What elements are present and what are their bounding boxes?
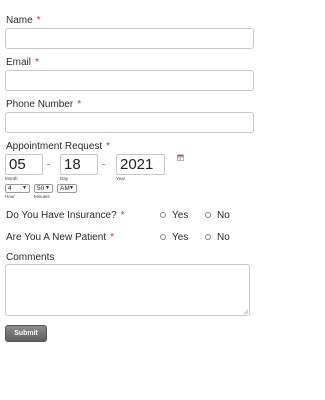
- new-patient-yes-label[interactable]: Yes: [172, 232, 188, 243]
- minutes-select[interactable]: 50 ▼: [34, 184, 53, 193]
- required-asterisk: *: [35, 57, 39, 68]
- required-asterisk: *: [110, 232, 114, 243]
- required-asterisk: *: [36, 15, 41, 26]
- date-separator: -: [102, 159, 105, 169]
- resize-grip-icon[interactable]: [243, 309, 248, 314]
- dropdown-arrow-icon: ▼: [22, 185, 27, 191]
- phone-label: Phone Number *: [6, 99, 81, 110]
- new-patient-question: Are You A New Patient *: [6, 232, 114, 243]
- month-input[interactable]: 05: [5, 154, 43, 175]
- new-patient-no-label[interactable]: No: [217, 232, 230, 243]
- comments-label: Comments: [6, 252, 55, 263]
- phone-label-text: Phone Number: [6, 99, 74, 110]
- year-input[interactable]: 2021: [116, 154, 165, 175]
- hour-select-value: 4: [8, 185, 12, 192]
- name-label: Name *: [6, 15, 41, 26]
- insurance-no-radio[interactable]: [205, 212, 211, 218]
- insurance-question: Do You Have Insurance? *: [6, 210, 125, 221]
- calendar-icon[interactable]: [177, 154, 184, 161]
- insurance-yes-label[interactable]: Yes: [172, 210, 188, 221]
- date-separator: -: [47, 159, 50, 169]
- hour-select[interactable]: 4 ▼: [5, 184, 30, 193]
- day-input[interactable]: 18: [60, 154, 98, 175]
- comments-textarea[interactable]: [5, 264, 250, 316]
- required-asterisk: *: [77, 99, 82, 110]
- required-asterisk: *: [120, 210, 125, 221]
- insurance-yes-radio[interactable]: [160, 212, 166, 218]
- appointment-label: Appointment Request *: [6, 141, 110, 152]
- minutes-select-value: 50: [37, 185, 45, 192]
- dropdown-arrow-icon: ▼: [45, 185, 50, 191]
- new-patient-question-text: Are You A New Patient: [6, 232, 107, 243]
- minutes-sublabel: Minutes: [34, 194, 50, 199]
- day-sublabel: Day: [60, 176, 69, 181]
- appointment-label-text: Appointment Request: [6, 141, 103, 152]
- ampm-select[interactable]: AM ▼: [57, 184, 77, 193]
- name-input[interactable]: [5, 28, 254, 49]
- email-label: Email *: [6, 57, 39, 68]
- hour-sublabel: Hour: [5, 194, 15, 199]
- new-patient-no-radio[interactable]: [205, 234, 211, 240]
- month-sublabel: Month: [5, 176, 18, 181]
- insurance-question-text: Do You Have Insurance?: [6, 210, 117, 221]
- email-input[interactable]: [5, 70, 254, 91]
- new-patient-yes-radio[interactable]: [160, 234, 166, 240]
- phone-input[interactable]: [5, 112, 254, 133]
- email-label-text: Email: [6, 57, 32, 68]
- submit-button[interactable]: Submit: [5, 325, 47, 342]
- required-asterisk: *: [106, 141, 111, 152]
- dropdown-arrow-icon: ▼: [69, 185, 74, 191]
- year-sublabel: Year: [116, 176, 126, 181]
- insurance-no-label[interactable]: No: [217, 210, 230, 221]
- name-label-text: Name: [6, 15, 33, 26]
